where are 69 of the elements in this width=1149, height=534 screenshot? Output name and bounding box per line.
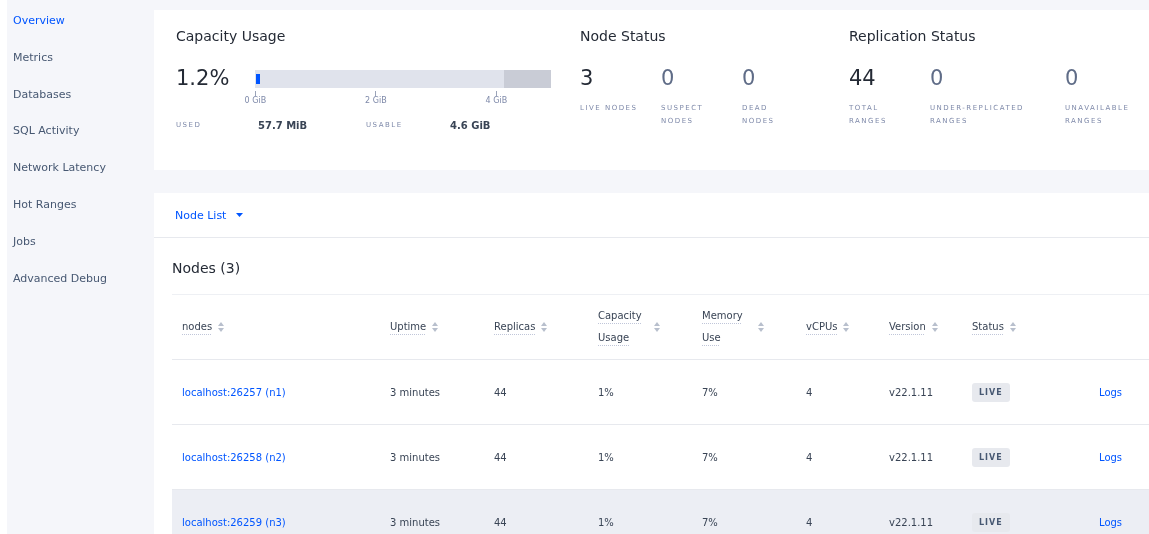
sort-icon[interactable] [843,322,850,332]
table-cell-text: 1% [598,451,615,463]
sidebar-item[interactable]: Overview [7,14,154,51]
table-cell-text: 3 minutes [390,451,442,463]
sort-icon[interactable] [218,322,225,332]
view-dropdown[interactable]: Node List [175,208,244,222]
table-cell-text: 7% [702,451,719,463]
table-cell-text: 3 minutes [390,516,442,528]
caret-icon [236,213,244,217]
sort-icon[interactable] [654,322,660,332]
table-cell-text: 1% [598,516,615,528]
node-link[interactable]: localhost:26257 (n1) [182,386,390,398]
section-title: Node Status [580,28,667,44]
logs-link[interactable]: Logs [1099,451,1149,463]
sidebar-item[interactable]: Hot Ranges [7,198,154,235]
table-cell-text: v22.1.11 [889,386,935,398]
metric-value: 0 [742,66,757,90]
logs-link[interactable]: Logs [1099,386,1149,398]
status-badge: LIVE [972,447,1010,467]
axis-label: 4 GiB [485,96,508,105]
axis-label: 0 GiB [244,96,267,105]
column-header[interactable]: Memory Use [702,305,752,349]
table-cell-text: 4 [806,451,814,463]
metric-value: 3 [580,66,595,90]
metric-value: 0 [1065,66,1080,90]
table-cell-text: 44 [494,516,508,528]
status-badge: LIVE [972,512,1010,532]
table-cell-text: 3 minutes [390,386,442,398]
node-link[interactable]: localhost:26259 (n3) [182,516,390,528]
column-header[interactable]: Capacity Usage [598,305,648,349]
sort-icon[interactable] [1009,322,1016,332]
table-cell-text: 7% [702,516,719,528]
metric-value: 0 [661,66,676,90]
column-header[interactable]: Status [972,316,1004,338]
metric-value: 0 [930,66,945,90]
table-cell-text: v22.1.11 [889,451,935,463]
stat-value: 57.7 MiB [258,120,309,131]
status-badge: LIVE [972,382,1010,402]
sidebar-item[interactable]: Advanced Debug [7,271,154,309]
table-cell-text: 44 [494,386,508,398]
column-header[interactable]: Uptime [390,316,427,338]
sidebar-item[interactable]: Network Latency [7,161,154,198]
column-header[interactable]: Version [889,316,926,338]
sidebar-item[interactable]: Databases [7,87,154,125]
table-title: Nodes (3) [172,260,1149,295]
table-cell-text: 1% [598,386,615,398]
sort-icon[interactable] [931,322,938,332]
logs-link[interactable]: Logs [1099,516,1149,528]
node-link[interactable]: localhost:26258 (n2) [182,451,390,463]
table-cell-text: v22.1.11 [889,516,935,528]
section-title: Replication Status [849,28,977,44]
capacity-percent: 1.2% [176,66,230,90]
section-title: Capacity Usage [176,28,287,44]
metric-value: 44 [849,66,877,90]
sidebar-item[interactable]: Jobs [7,234,154,272]
sidebar-item[interactable]: Metrics [7,50,154,88]
column-header[interactable]: Replicas [494,316,536,338]
sidebar-item[interactable]: SQL Activity [7,124,154,162]
table-cell-text: 44 [494,451,508,463]
table-cell-text: 4 [806,516,814,528]
sort-icon[interactable] [758,322,764,332]
column-header[interactable]: vCPUs [806,316,838,338]
sort-icon[interactable] [541,322,548,332]
axis-label: 2 GiB [365,96,387,105]
table-cell-text: 4 [806,386,814,398]
sort-icon[interactable] [432,322,439,332]
column-header[interactable]: nodes [182,316,213,338]
table-cell-text: 7% [702,386,719,398]
stat-value: 4.6 GiB [450,120,492,131]
